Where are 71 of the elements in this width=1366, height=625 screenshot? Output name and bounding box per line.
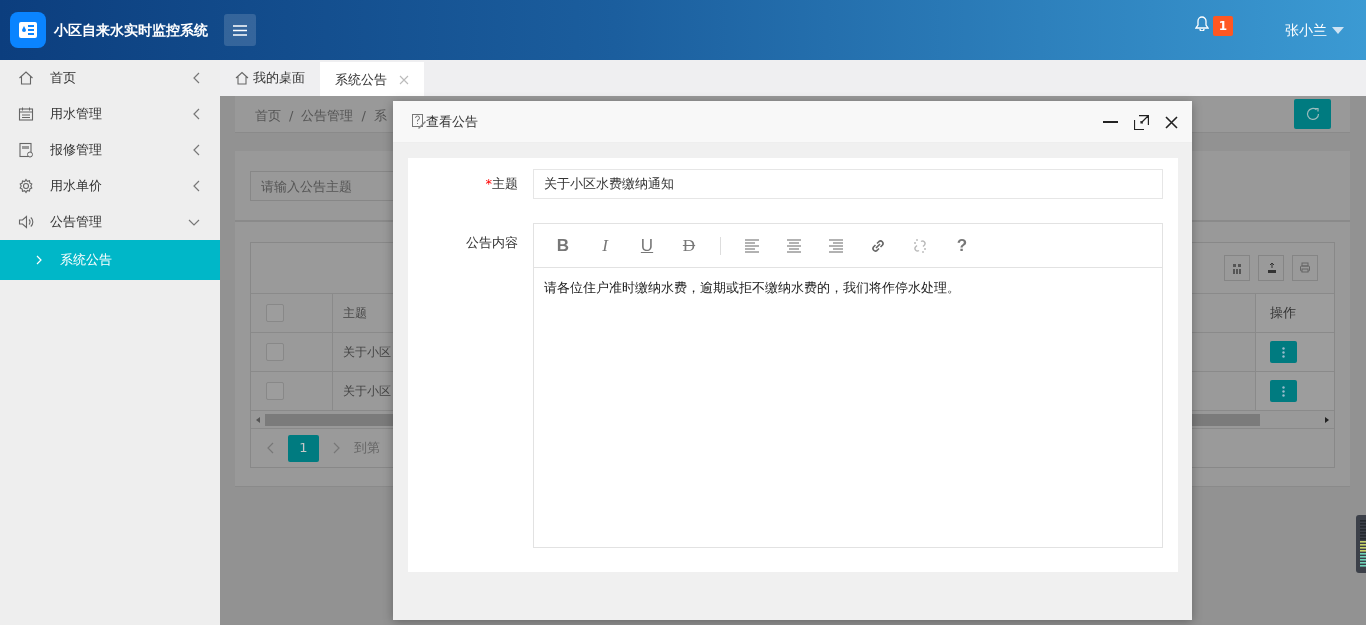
bell-icon xyxy=(1194,16,1209,31)
breadcrumb-separator: / xyxy=(361,107,366,125)
refresh-button[interactable] xyxy=(1294,99,1331,129)
logo-icon xyxy=(10,12,46,48)
column-header: 操作 xyxy=(1270,304,1296,323)
sidebar-item[interactable]: 首页 xyxy=(0,60,220,96)
italic-button[interactable]: I xyxy=(584,230,626,261)
minimize-icon xyxy=(1103,121,1118,124)
more-button[interactable] xyxy=(1270,380,1297,402)
strikethrough-button[interactable]: D xyxy=(668,230,710,261)
print-icon xyxy=(1298,260,1312,276)
breadcrumb-separator: / xyxy=(289,107,294,125)
search-field[interactable]: 请输入公告主题 xyxy=(250,171,396,201)
chevron-left-icon[interactable] xyxy=(267,442,274,454)
sidebar-item[interactable]: 用水管理 xyxy=(0,96,220,132)
toolbar-button[interactable] xyxy=(1258,255,1284,281)
gear-icon xyxy=(18,178,34,194)
modal-title: 查看公告 xyxy=(426,112,479,131)
notification-button[interactable]: 1 xyxy=(1194,16,1233,36)
sidebar-item[interactable]: 系统公告 xyxy=(0,240,220,280)
chevron-down-icon xyxy=(188,218,200,226)
scroll-left-icon xyxy=(256,416,260,423)
editor-text: 请各位住户准时缴纳水费，逾期或拒不缴纳水费的，我们将作停水处理。 xyxy=(543,279,961,297)
more-icon xyxy=(1282,346,1285,358)
speaker-icon xyxy=(18,214,34,230)
home-icon xyxy=(18,70,34,86)
app-title: 小区自来水实时监控系统 xyxy=(54,20,208,40)
required-mark: * xyxy=(485,175,492,194)
menu-icon xyxy=(233,24,247,36)
chevron-left-icon xyxy=(193,180,200,192)
rich-text-editor[interactable]: B I U D ? 请各位住户准时缴纳水费，逾期或拒不缴纳水费的，我们将作停水处理。 xyxy=(533,223,1163,548)
more-button[interactable] xyxy=(1270,341,1297,363)
refresh-icon xyxy=(1305,107,1320,121)
table-cell-text: 关于小区 xyxy=(343,344,391,361)
sidebar-item[interactable]: 用水单价 xyxy=(0,168,220,204)
notification-badge: 1 xyxy=(1212,16,1233,36)
chevron-left-icon xyxy=(193,108,200,120)
chevron-left-icon xyxy=(193,72,200,84)
more-icon xyxy=(1282,385,1285,397)
close-icon[interactable] xyxy=(399,75,409,85)
sidebar-item[interactable]: 报修管理 xyxy=(0,132,220,168)
help-button[interactable]: ? xyxy=(941,230,983,261)
subject-field[interactable]: 关于小区水费缴纳通知 xyxy=(533,169,1163,199)
tab[interactable]: 系统公告 xyxy=(320,62,424,98)
table-cell-text: 关于小区 xyxy=(343,383,391,400)
page-button[interactable]: 1 xyxy=(288,434,319,462)
field-label: 主题 xyxy=(492,175,518,194)
sidebar-item[interactable]: 公告管理 xyxy=(0,204,220,240)
chevron-right-icon xyxy=(36,255,42,265)
close-icon xyxy=(1165,115,1178,129)
user-menu[interactable]: 张小兰 xyxy=(1285,19,1344,41)
field-label: 公告内容 xyxy=(466,234,518,252)
chevron-left-icon xyxy=(193,144,200,156)
scroll-right-icon xyxy=(1325,416,1329,423)
form-icon xyxy=(18,142,34,158)
breadcrumb-item: 系 xyxy=(373,107,387,125)
calendar-icon xyxy=(18,106,34,122)
chevron-right-icon[interactable] xyxy=(333,442,340,454)
column-header: 主题 xyxy=(343,305,367,322)
caret-icon xyxy=(1332,26,1344,34)
underline-button[interactable]: U xyxy=(626,230,668,261)
tab[interactable]: 我的桌面 xyxy=(220,60,320,96)
bold-button[interactable]: B xyxy=(542,230,584,261)
edit-note-icon xyxy=(412,114,426,129)
breadcrumb-item[interactable]: 公告管理 xyxy=(301,106,354,126)
maximize-icon xyxy=(1134,114,1149,130)
toolbar-button[interactable] xyxy=(1224,255,1250,281)
menu-button[interactable] xyxy=(224,14,256,46)
home-icon xyxy=(235,71,249,85)
breadcrumb-item[interactable]: 首页 xyxy=(255,106,281,126)
level-meter-icon xyxy=(1356,515,1366,573)
